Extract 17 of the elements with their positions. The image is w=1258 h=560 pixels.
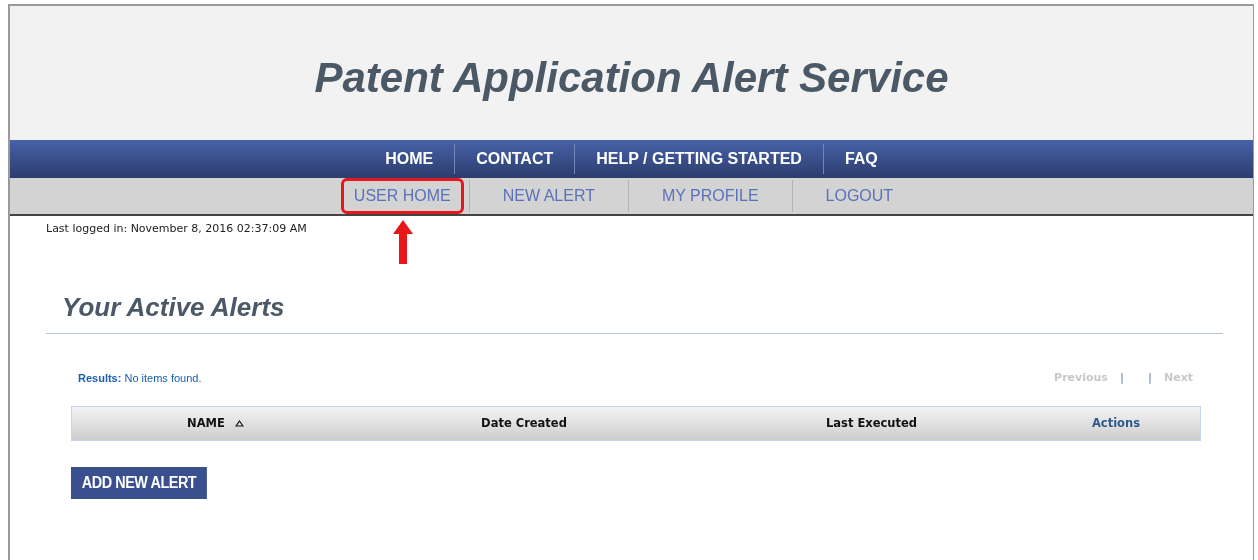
column-header[interactable]: NAME — [187, 414, 225, 433]
pager-separator: | — [1147, 369, 1152, 386]
nav-link[interactable]: HOME — [364, 144, 455, 174]
nav-link[interactable]: CONTACT — [454, 144, 575, 174]
column-header[interactable]: Date Created — [481, 414, 567, 433]
nav-link[interactable]: FAQ — [822, 144, 899, 174]
arrow-icon — [392, 220, 413, 264]
sort-ascending-icon[interactable] — [234, 420, 244, 427]
column-header[interactable]: Actions — [1091, 414, 1141, 433]
results-text: Results: No items found. — [78, 370, 202, 386]
add-alert-button[interactable]: ADD NEW ALERT — [71, 467, 207, 499]
last-login-text: Last logged in: November 8, 2016 02:37:09 AM — [45, 221, 308, 237]
column-header[interactable]: Last Executed — [825, 414, 917, 433]
site-title: Patent Application Alert Service — [314, 52, 949, 103]
page-heading: Your Active Alerts — [62, 291, 286, 324]
pager-separator: | — [1119, 369, 1125, 386]
nav-link[interactable]: HELP / GETTING STARTED — [574, 144, 823, 174]
